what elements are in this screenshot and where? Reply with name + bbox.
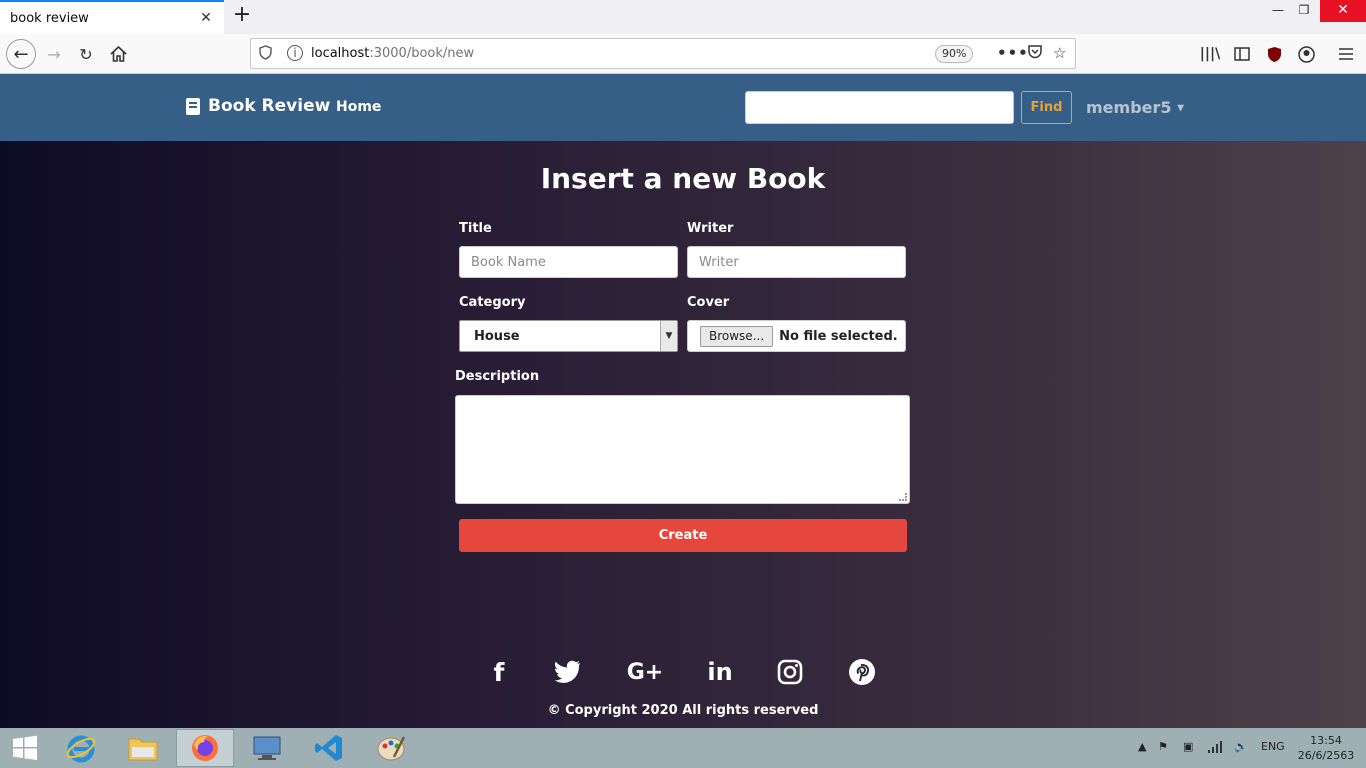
more-actions-icon[interactable]: ••• xyxy=(997,44,1029,62)
home-button[interactable] xyxy=(104,40,132,68)
window-close-button[interactable]: ✕ xyxy=(1320,0,1366,22)
taskbar-firefox[interactable] xyxy=(176,729,234,767)
caret-down-icon: ▼ xyxy=(1177,103,1185,114)
page-content: Book Review Home Find member5 ▼ Insert a… xyxy=(0,74,1366,728)
signal-icon[interactable] xyxy=(1207,740,1223,757)
page-title: Insert a new Book xyxy=(540,162,826,195)
system-clock[interactable]: 13:54 26/6/2563 xyxy=(1296,733,1356,763)
taskbar-vscode[interactable] xyxy=(300,729,358,767)
ublock-icon xyxy=(1267,46,1281,62)
account-icon xyxy=(1297,45,1315,63)
network-adapter-icon[interactable]: ▣ xyxy=(1183,740,1193,753)
taskbar-remote-desktop[interactable] xyxy=(238,729,296,767)
create-button[interactable]: Create xyxy=(459,519,907,552)
show-hidden-icons-icon[interactable]: ▲ xyxy=(1138,740,1146,753)
zoom-level[interactable]: 90% xyxy=(935,45,974,63)
category-label: Category xyxy=(459,295,526,310)
no-file-text: No file selected. xyxy=(779,328,898,344)
category-select[interactable]: House ▼ xyxy=(459,320,678,352)
windows-taskbar: ▲ ⚑ ▣ 🔈 ENG 13:54 26/6/2563 xyxy=(0,728,1366,768)
user-name: member5 xyxy=(1086,98,1172,117)
cover-file-input[interactable]: Browse... No file selected. xyxy=(687,320,906,352)
internet-explorer-icon xyxy=(66,735,96,763)
google-plus-icon[interactable]: G+ xyxy=(625,654,665,690)
url-text[interactable]: localhost:3000/book/new xyxy=(311,46,474,61)
title-input[interactable] xyxy=(459,246,678,278)
volume-icon[interactable]: 🔈 xyxy=(1234,740,1248,753)
new-tab-button[interactable]: + xyxy=(230,4,254,28)
sidebar-icon xyxy=(1234,47,1250,61)
back-button[interactable]: ← xyxy=(6,39,36,69)
vscode-icon xyxy=(315,735,342,761)
sidebar-button[interactable] xyxy=(1228,40,1256,68)
clock-date: 26/6/2563 xyxy=(1297,749,1355,762)
arrow-right-icon: → xyxy=(47,44,61,64)
resize-handle-icon[interactable] xyxy=(899,493,907,501)
twitter-icon[interactable] xyxy=(547,654,587,690)
start-button[interactable] xyxy=(0,729,50,767)
monitor-icon xyxy=(253,736,281,760)
instagram-icon[interactable] xyxy=(770,654,810,690)
browser-toolbar: ← → ↻ i localhost:3000/book/new 90% ••• … xyxy=(0,34,1366,74)
brand-link[interactable]: Book Review xyxy=(186,96,330,116)
menu-button[interactable] xyxy=(1332,40,1360,68)
find-button[interactable]: Find xyxy=(1021,91,1072,124)
reload-icon: ↻ xyxy=(79,44,93,64)
info-icon[interactable]: i xyxy=(287,45,303,61)
nav-home-link[interactable]: Home xyxy=(336,99,381,115)
pinterest-icon[interactable] xyxy=(842,654,882,690)
clock-time: 13:54 xyxy=(1310,734,1342,747)
book-icon xyxy=(186,97,200,115)
writer-input[interactable] xyxy=(687,246,906,278)
reload-button[interactable]: ↻ xyxy=(72,40,100,68)
restore-button[interactable]: ❐ xyxy=(1290,0,1318,22)
cover-label: Cover xyxy=(687,295,730,310)
library-button[interactable]: |||\ xyxy=(1196,40,1224,68)
account-button[interactable] xyxy=(1292,40,1320,68)
url-host: localhost xyxy=(311,46,370,61)
url-path: :3000/book/new xyxy=(369,46,475,61)
title-label: Title xyxy=(459,221,492,236)
firefox-icon xyxy=(192,735,218,761)
language-indicator[interactable]: ENG xyxy=(1261,740,1285,753)
taskbar-file-explorer[interactable] xyxy=(114,729,172,767)
facebook-icon[interactable]: f xyxy=(479,654,519,690)
action-center-flag-icon[interactable]: ⚑ xyxy=(1158,740,1168,753)
tab-close-icon[interactable]: ✕ xyxy=(198,10,214,26)
hamburger-menu-icon xyxy=(1339,48,1353,60)
brand-name: Book Review xyxy=(208,96,331,116)
chevron-down-icon[interactable]: ▼ xyxy=(660,321,677,351)
url-bar[interactable]: i localhost:3000/book/new 90% ••• ☆ xyxy=(250,38,1076,69)
shield-icon[interactable] xyxy=(259,45,272,64)
library-icon: |||\ xyxy=(1199,46,1221,62)
browser-tab-strip: book review ✕ + — ❐ ✕ xyxy=(0,0,1366,34)
site-navbar: Book Review Home Find member5 ▼ xyxy=(0,74,1366,141)
taskbar-paint[interactable] xyxy=(362,729,420,767)
browse-button[interactable]: Browse... xyxy=(700,325,774,347)
arrow-left-icon: ← xyxy=(13,43,29,65)
home-icon xyxy=(109,46,127,62)
category-value: House xyxy=(474,328,520,344)
description-textarea[interactable] xyxy=(455,395,910,504)
minimize-button[interactable]: — xyxy=(1264,0,1292,22)
linkedin-icon[interactable]: in xyxy=(700,654,740,690)
user-menu-dropdown[interactable]: member5 ▼ xyxy=(1086,98,1184,117)
description-label: Description xyxy=(455,369,540,384)
paint-palette-icon xyxy=(377,736,406,761)
windows-logo-icon xyxy=(13,735,37,760)
copyright-text: © Copyright 2020 All rights reserved xyxy=(547,703,819,718)
pocket-icon[interactable] xyxy=(1027,44,1043,63)
writer-label: Writer xyxy=(687,221,734,236)
taskbar-internet-explorer[interactable] xyxy=(52,729,110,767)
bookmark-star-icon[interactable]: ☆ xyxy=(1053,44,1066,62)
browser-tab[interactable]: book review ✕ xyxy=(0,0,224,34)
tab-title: book review xyxy=(10,10,89,26)
search-input[interactable] xyxy=(745,91,1014,124)
folder-icon xyxy=(128,738,158,761)
ublock-button[interactable] xyxy=(1260,40,1288,68)
forward-button[interactable]: → xyxy=(40,40,68,68)
